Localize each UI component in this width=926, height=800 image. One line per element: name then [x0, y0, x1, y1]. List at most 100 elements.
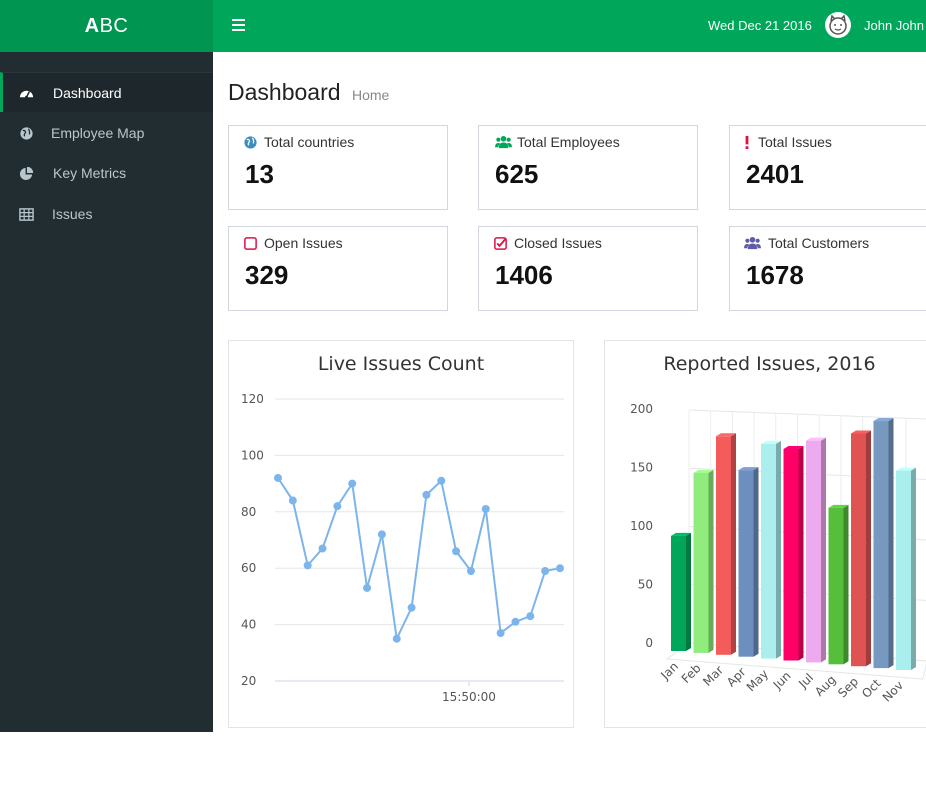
y-tick-label: 200: [630, 402, 653, 416]
stat-total-customers: Total Customers 1678: [729, 226, 926, 311]
pie-chart-icon: [19, 166, 34, 181]
x-tick-label: Oct: [859, 676, 884, 701]
top-navbar: ABC Wed Dec 21 2016 John John: [0, 0, 926, 52]
square-icon: [244, 237, 257, 250]
stat-total-countries: Total countries 13: [228, 125, 448, 210]
data-point: [303, 561, 312, 570]
stat-label: Closed Issues: [514, 235, 602, 251]
y-tick-label: 120: [241, 392, 264, 406]
live-issues-chart: Live Issues Count 20 40 60 80 100 120 15:50:00: [228, 340, 574, 728]
stat-value: 329: [245, 260, 289, 290]
data-point: [392, 634, 401, 643]
reported-issues-chart: Reported Issues, 2016 0 50 100 150 200 Jan Feb…: [604, 340, 926, 728]
y-tick-label: 40: [241, 618, 256, 632]
bar-front: [851, 433, 866, 667]
x-tick-label: Mar: [700, 663, 726, 689]
header-date: Wed Dec 21 2016: [708, 18, 812, 33]
data-point: [556, 564, 564, 573]
page-title: Dashboard: [228, 79, 341, 105]
bar-front: [693, 472, 709, 653]
bar-front: [806, 440, 821, 663]
stat-total-issues: Total Issues 2401: [729, 125, 926, 210]
stat-label: Total Employees: [517, 134, 620, 150]
x-tick-label: Feb: [679, 661, 704, 686]
menu-toggle-icon[interactable]: [230, 14, 246, 36]
series-line: [277, 477, 561, 643]
stat-label: Total Issues: [758, 134, 832, 150]
stat-value: 13: [245, 159, 274, 189]
sidebar-item-dashboard[interactable]: Dashboard: [0, 72, 213, 112]
main-content: Dashboard Home Total countries 13 Total …: [213, 52, 926, 800]
bar-mar: [716, 433, 736, 655]
users-icon: [744, 236, 761, 250]
bar-jan: [671, 532, 691, 651]
y-tick-label: 100: [241, 448, 264, 462]
sidebar-item-key-metrics[interactable]: Key Metrics: [0, 153, 213, 193]
bar-oct: [873, 418, 894, 669]
data-point: [274, 473, 282, 482]
y-tick-label: 60: [241, 561, 256, 575]
bar-side: [686, 532, 691, 651]
brand-logo[interactable]: ABC: [0, 0, 213, 52]
bar-apr: [738, 467, 759, 657]
data-point: [481, 504, 490, 513]
y-tick-label: 80: [241, 505, 256, 519]
y-tick-label: 50: [638, 578, 653, 592]
x-tick-label: Sep: [835, 674, 861, 700]
data-point: [466, 567, 475, 576]
bar-front: [671, 535, 686, 651]
stat-closed-issues: Closed Issues 1406: [478, 226, 698, 311]
bar-front: [738, 470, 754, 657]
sidebar-item-label: Key Metrics: [53, 165, 127, 181]
bar-side: [776, 440, 781, 659]
dashboard-icon: [19, 90, 34, 99]
stat-value: 1406: [495, 260, 553, 290]
data-point: [541, 567, 550, 576]
data-point: [318, 544, 327, 553]
bar-front: [896, 470, 911, 670]
bar-side: [888, 418, 894, 669]
y-tick-label: 150: [630, 461, 653, 475]
data-point: [526, 612, 535, 621]
exclamation-icon: [745, 135, 749, 150]
bar-side: [708, 469, 714, 653]
bar-side: [821, 437, 826, 663]
user-name[interactable]: John John: [864, 18, 924, 33]
bar-side: [843, 504, 849, 665]
x-tick-label: 15:50:00: [442, 690, 496, 704]
line-chart-plot: 20 40 60 80 100 120 15:50:00: [241, 392, 564, 704]
bar-front: [828, 507, 844, 665]
table-icon: [19, 208, 34, 221]
y-tick-label: 100: [630, 519, 653, 533]
stat-value: 2401: [746, 159, 804, 189]
bar-side: [911, 467, 916, 670]
user-avatar-icon[interactable]: [825, 12, 851, 38]
stat-open-issues: Open Issues 329: [228, 226, 448, 311]
data-point: [437, 476, 446, 485]
stat-value: 1678: [746, 260, 804, 290]
sidebar-item-employee-map[interactable]: Employee Map: [0, 113, 213, 153]
stat-value: 625: [495, 159, 539, 189]
breadcrumb[interactable]: Home: [352, 87, 389, 103]
check-square-icon: [494, 237, 507, 250]
bar-side: [866, 430, 871, 667]
y-tick-label: 0: [645, 636, 653, 650]
sidebar-item-label: Issues: [52, 206, 93, 222]
data-point: [363, 583, 372, 592]
stat-label: Total countries: [264, 134, 355, 150]
globe-icon: [244, 136, 257, 149]
data-point: [496, 629, 505, 638]
x-tick-label: Jun: [770, 669, 794, 693]
bar-aug: [828, 504, 849, 665]
data-point: [511, 617, 520, 626]
data-point: [377, 530, 386, 539]
bar-jul: [806, 437, 826, 663]
y-tick-label: 20: [241, 674, 256, 688]
bar-feb: [693, 469, 714, 653]
sidebar-item-issues[interactable]: Issues: [0, 194, 213, 234]
users-icon: [495, 135, 512, 149]
bar-side: [731, 433, 736, 655]
bar-front: [783, 449, 799, 661]
data-point: [407, 603, 416, 612]
bar-side: [753, 467, 759, 657]
